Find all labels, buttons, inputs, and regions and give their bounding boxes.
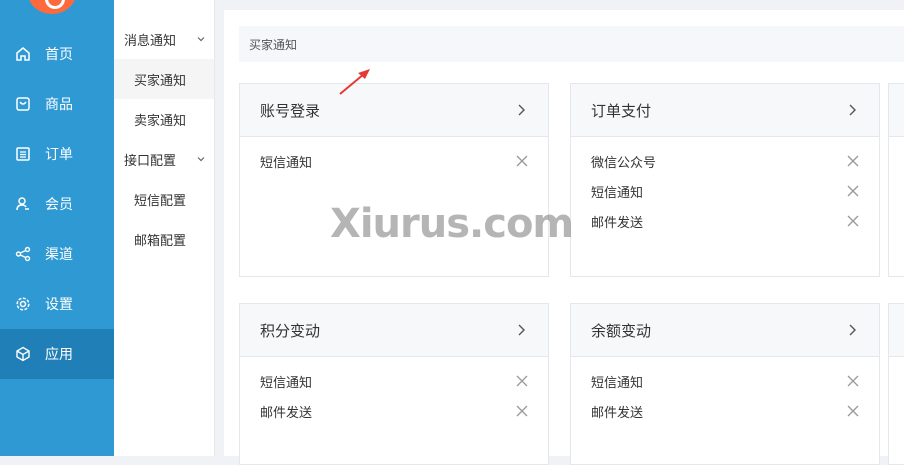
list-item: 短信通知 xyxy=(571,176,879,206)
cube-icon xyxy=(15,346,31,362)
item-label: 短信通知 xyxy=(260,375,313,391)
card-header xyxy=(889,304,904,357)
item-label: 邮件发送 xyxy=(260,405,313,421)
chevron-right-icon[interactable] xyxy=(514,323,528,337)
item-label: 短信通知 xyxy=(591,375,644,391)
card-header[interactable]: 账号登录 xyxy=(240,84,548,137)
item-label: 邮件发送 xyxy=(591,215,644,231)
chevron-right-icon[interactable] xyxy=(845,323,859,337)
chevron-down-icon xyxy=(197,37,205,42)
card-partial xyxy=(888,303,904,465)
card-title: 订单支付 xyxy=(591,101,652,120)
close-icon[interactable] xyxy=(515,154,529,168)
card-header xyxy=(889,84,904,137)
close-icon[interactable] xyxy=(846,184,860,198)
sidebar-item-label: 会员 xyxy=(45,197,73,213)
main-sidebar: 首页 商品 订单 会员 渠道 设置 应用 xyxy=(0,0,114,456)
card-title: 账号登录 xyxy=(260,101,321,120)
close-icon[interactable] xyxy=(515,404,529,418)
sidebar-item-label: 应用 xyxy=(45,347,73,363)
list-item: 短信通知 xyxy=(571,366,879,396)
list-item: 邮件发送 xyxy=(240,396,548,426)
item-label: 短信通知 xyxy=(591,185,644,201)
share-icon xyxy=(15,246,31,262)
subnav-item-seller-notify[interactable]: 卖家通知 xyxy=(114,99,214,139)
list-item: 微信公众号 xyxy=(571,146,879,176)
sidebar-item-label: 设置 xyxy=(45,297,73,313)
close-icon[interactable] xyxy=(846,374,860,388)
bag-icon xyxy=(15,96,31,112)
subnav-item-label: 卖家通知 xyxy=(134,113,187,129)
card-header[interactable]: 积分变动 xyxy=(240,304,548,357)
card-header[interactable]: 余额变动 xyxy=(571,304,879,357)
sidebar-item-apps[interactable]: 应用 xyxy=(0,329,114,379)
user-icon xyxy=(15,196,31,212)
close-icon[interactable] xyxy=(846,214,860,228)
subnav-group-notifications[interactable]: 消息通知 xyxy=(114,19,214,59)
item-label: 微信公众号 xyxy=(591,155,657,171)
item-label: 邮件发送 xyxy=(591,405,644,421)
breadcrumb: 买家通知 xyxy=(239,26,904,62)
card-order-payment: 订单支付 微信公众号 短信通知 邮件发送 xyxy=(570,83,880,277)
arrow-pointer-icon xyxy=(339,69,370,95)
sidebar-item-label: 首页 xyxy=(45,47,73,63)
sidebar-item-channels[interactable]: 渠道 xyxy=(0,229,114,279)
close-icon[interactable] xyxy=(846,154,860,168)
app-logo xyxy=(28,0,76,14)
gear-icon xyxy=(15,296,31,312)
watermark: Xiurus.com xyxy=(330,201,574,247)
sidebar-item-label: 订单 xyxy=(45,147,73,163)
list-item: 邮件发送 xyxy=(571,396,879,426)
sidebar-item-orders[interactable]: 订单 xyxy=(0,129,114,179)
sub-navigation: 消息通知 买家通知 卖家通知 接口配置 短信配置 邮箱配置 xyxy=(114,0,215,456)
sidebar-item-goods[interactable]: 商品 xyxy=(0,79,114,129)
sidebar-item-label: 商品 xyxy=(45,97,73,113)
subnav-group-interface[interactable]: 接口配置 xyxy=(114,139,214,179)
card-partial xyxy=(888,83,904,277)
home-icon xyxy=(15,46,31,62)
subnav-item-email-config[interactable]: 邮箱配置 xyxy=(114,219,214,259)
sidebar-item-label: 渠道 xyxy=(45,247,73,263)
card-title: 积分变动 xyxy=(260,321,321,340)
close-icon[interactable] xyxy=(846,404,860,418)
list-item: 短信通知 xyxy=(240,146,548,176)
chevron-right-icon[interactable] xyxy=(845,103,859,117)
subnav-group-label: 接口配置 xyxy=(124,153,177,169)
chevron-right-icon[interactable] xyxy=(514,103,528,117)
subnav-item-sms-config[interactable]: 短信配置 xyxy=(114,179,214,219)
close-icon[interactable] xyxy=(515,374,529,388)
subnav-group-label: 消息通知 xyxy=(124,33,177,49)
card-balance-change: 余额变动 短信通知 邮件发送 xyxy=(570,303,880,465)
sidebar-item-home[interactable]: 首页 xyxy=(0,29,114,79)
subnav-item-label: 买家通知 xyxy=(134,73,187,89)
card-title: 余额变动 xyxy=(591,321,652,340)
list-item: 邮件发送 xyxy=(571,206,879,236)
sidebar-item-members[interactable]: 会员 xyxy=(0,179,114,229)
subnav-item-buyer-notify[interactable]: 买家通知 xyxy=(114,59,214,99)
card-account-login: 账号登录 短信通知 xyxy=(239,83,549,277)
breadcrumb-text: 买家通知 xyxy=(249,37,298,52)
subnav-item-label: 短信配置 xyxy=(134,193,187,209)
list-icon xyxy=(15,146,31,162)
list-item: 短信通知 xyxy=(240,366,548,396)
chevron-down-icon xyxy=(197,157,205,162)
card-header[interactable]: 订单支付 xyxy=(571,84,879,137)
sidebar-item-settings[interactable]: 设置 xyxy=(0,279,114,329)
item-label: 短信通知 xyxy=(260,155,313,171)
subnav-item-label: 邮箱配置 xyxy=(134,233,187,249)
card-points-change: 积分变动 短信通知 邮件发送 xyxy=(239,303,549,465)
